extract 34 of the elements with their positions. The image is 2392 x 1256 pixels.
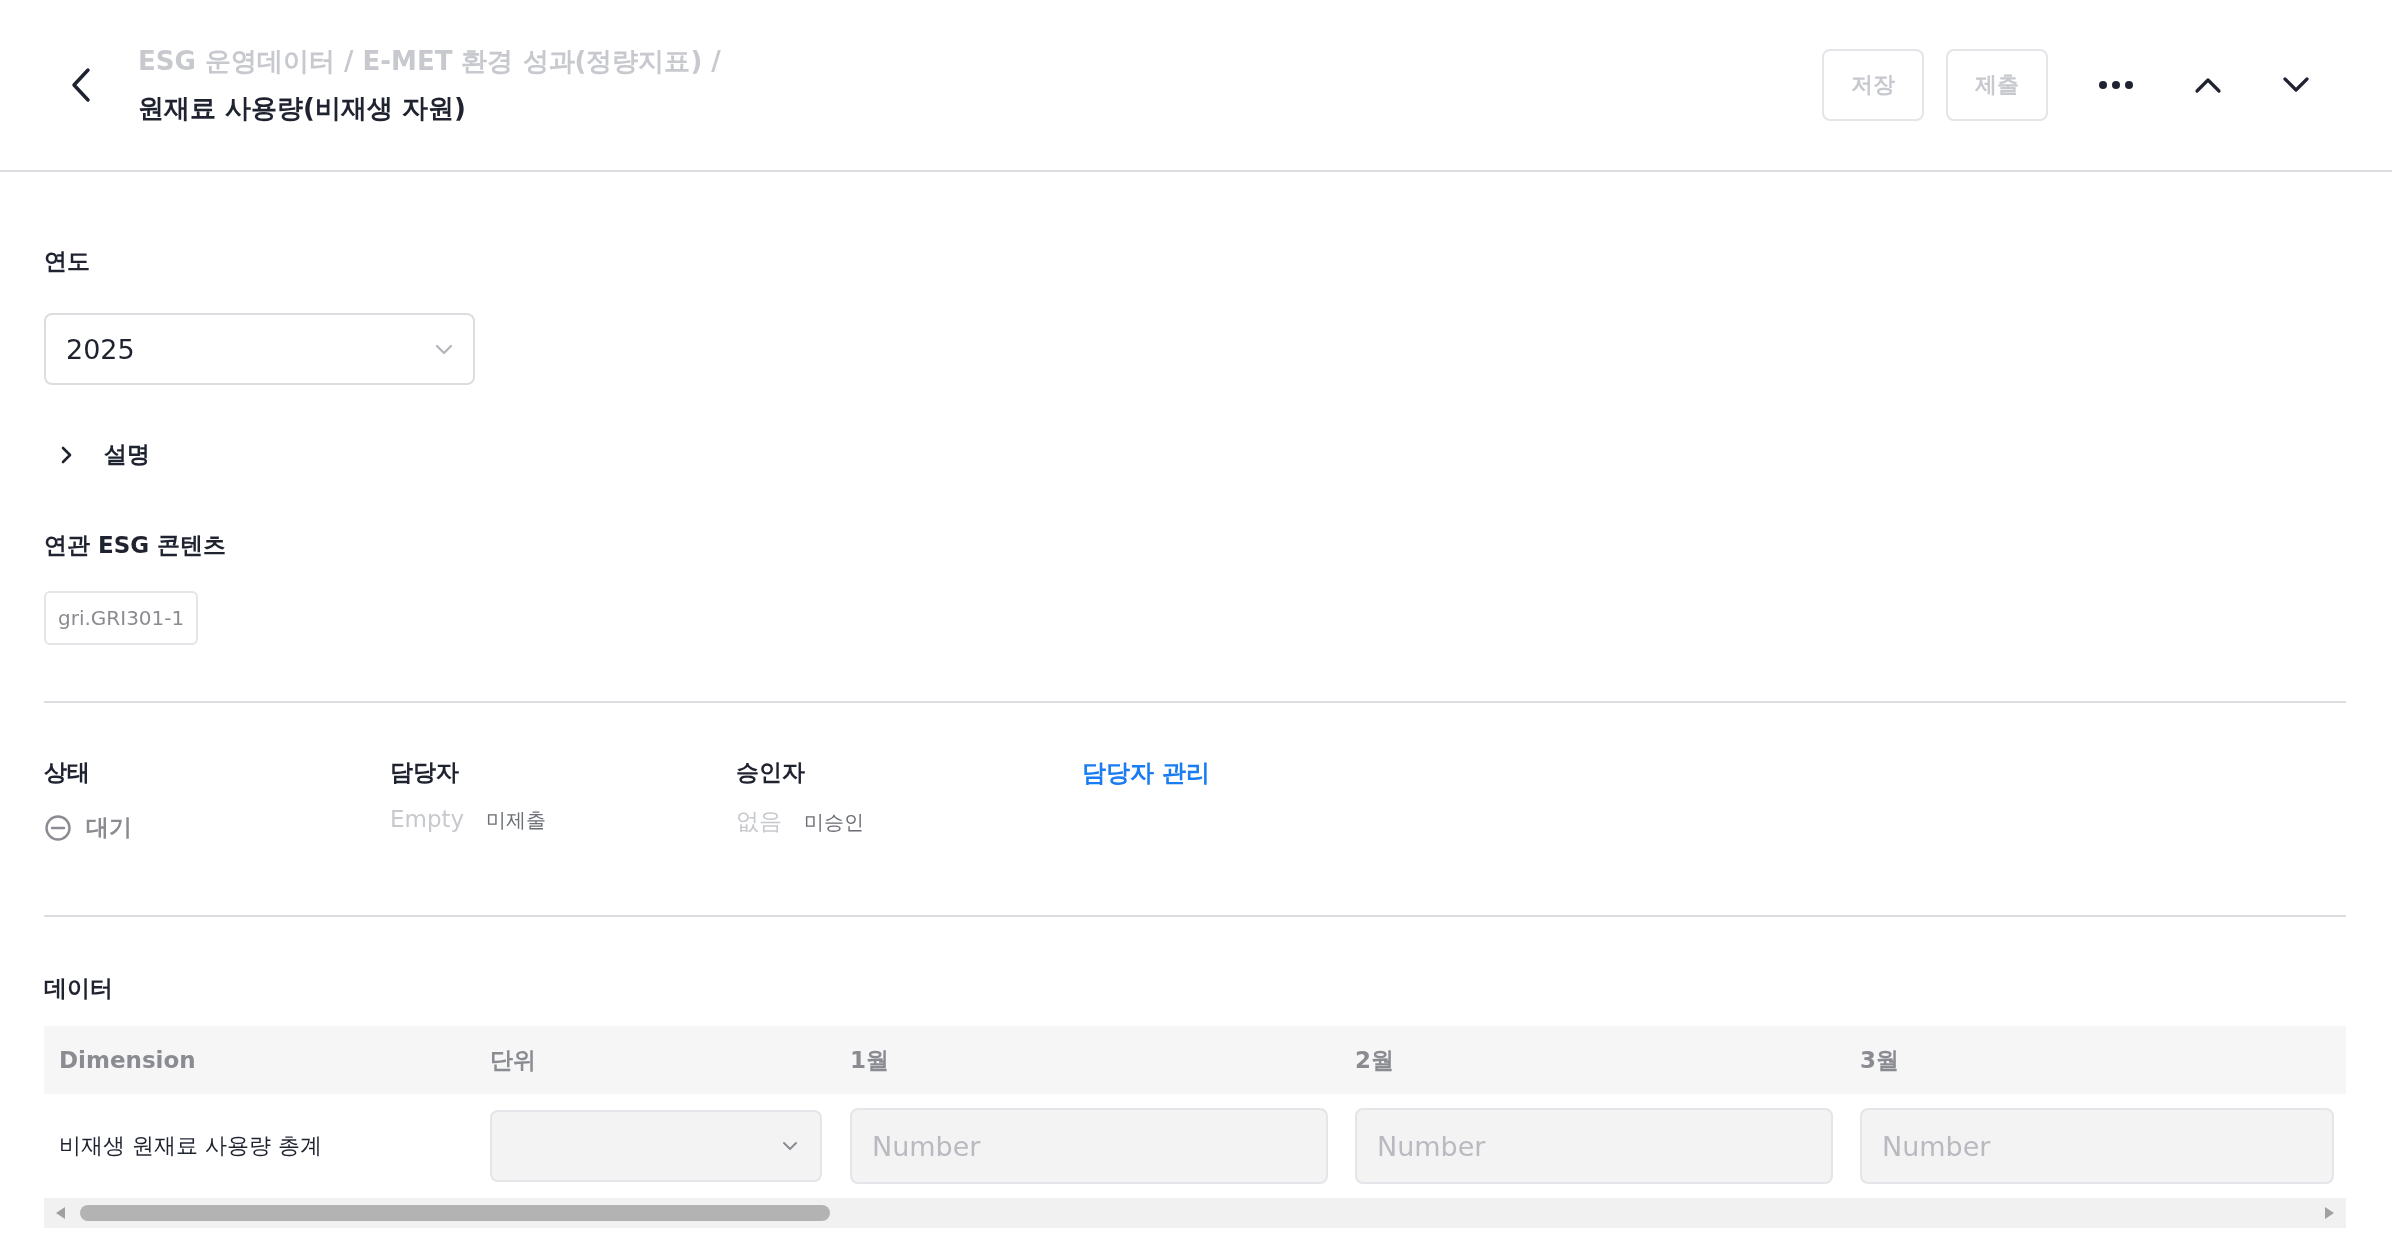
column-header: 2월 — [1354, 1045, 1395, 1075]
chevron-up-icon[interactable] — [2194, 76, 2222, 94]
assignee-name: Empty — [390, 806, 465, 832]
chevron-down-icon[interactable] — [2282, 76, 2310, 94]
minus-circle-icon[interactable] — [44, 813, 72, 842]
column-header: 단위 — [489, 1045, 537, 1075]
more-icon[interactable] — [2098, 80, 2134, 90]
column-header: 3월 — [1859, 1045, 1900, 1075]
section-label: 데이터 — [44, 974, 114, 1003]
status-text: 대기 — [86, 813, 132, 842]
page-title: 원재료 사용량(비재생 자원) — [138, 92, 467, 125]
year-select[interactable]: 2025 — [44, 313, 475, 385]
scroll-left-icon[interactable] — [54, 1206, 66, 1220]
number-field[interactable]: Number — [850, 1108, 1328, 1184]
scrollbar-thumb[interactable] — [80, 1205, 830, 1221]
manage-assignees-link[interactable]: 담당자 관리 — [1082, 759, 1211, 787]
horizontal-scrollbar[interactable] — [44, 1198, 2346, 1228]
section-label: 연관 ESG 콘텐츠 — [44, 531, 228, 560]
number-field[interactable]: Number — [1355, 1108, 1833, 1184]
field-label: 상태 — [44, 758, 91, 787]
approval-state: 미승인 — [804, 809, 864, 836]
back-icon[interactable] — [70, 67, 92, 103]
column-header: Dimension — [58, 1047, 197, 1073]
field-label: 담당자 — [390, 758, 460, 787]
scroll-right-icon[interactable] — [2324, 1206, 2336, 1220]
table-cell-text: 비재생 원재료 사용량 총계 — [58, 1132, 323, 1160]
approver-name: 없음 — [736, 807, 782, 836]
field-label: 승인자 — [736, 758, 806, 787]
content-tag[interactable]: gri.GRI301-1 — [44, 591, 199, 645]
approval-state: 미제출 — [486, 807, 547, 834]
field-label: 연도 — [44, 247, 91, 276]
number-field[interactable]: Number — [1860, 1108, 2334, 1184]
column-header: 1월 — [849, 1045, 890, 1075]
description-toggle[interactable]: 설명 — [44, 439, 150, 470]
